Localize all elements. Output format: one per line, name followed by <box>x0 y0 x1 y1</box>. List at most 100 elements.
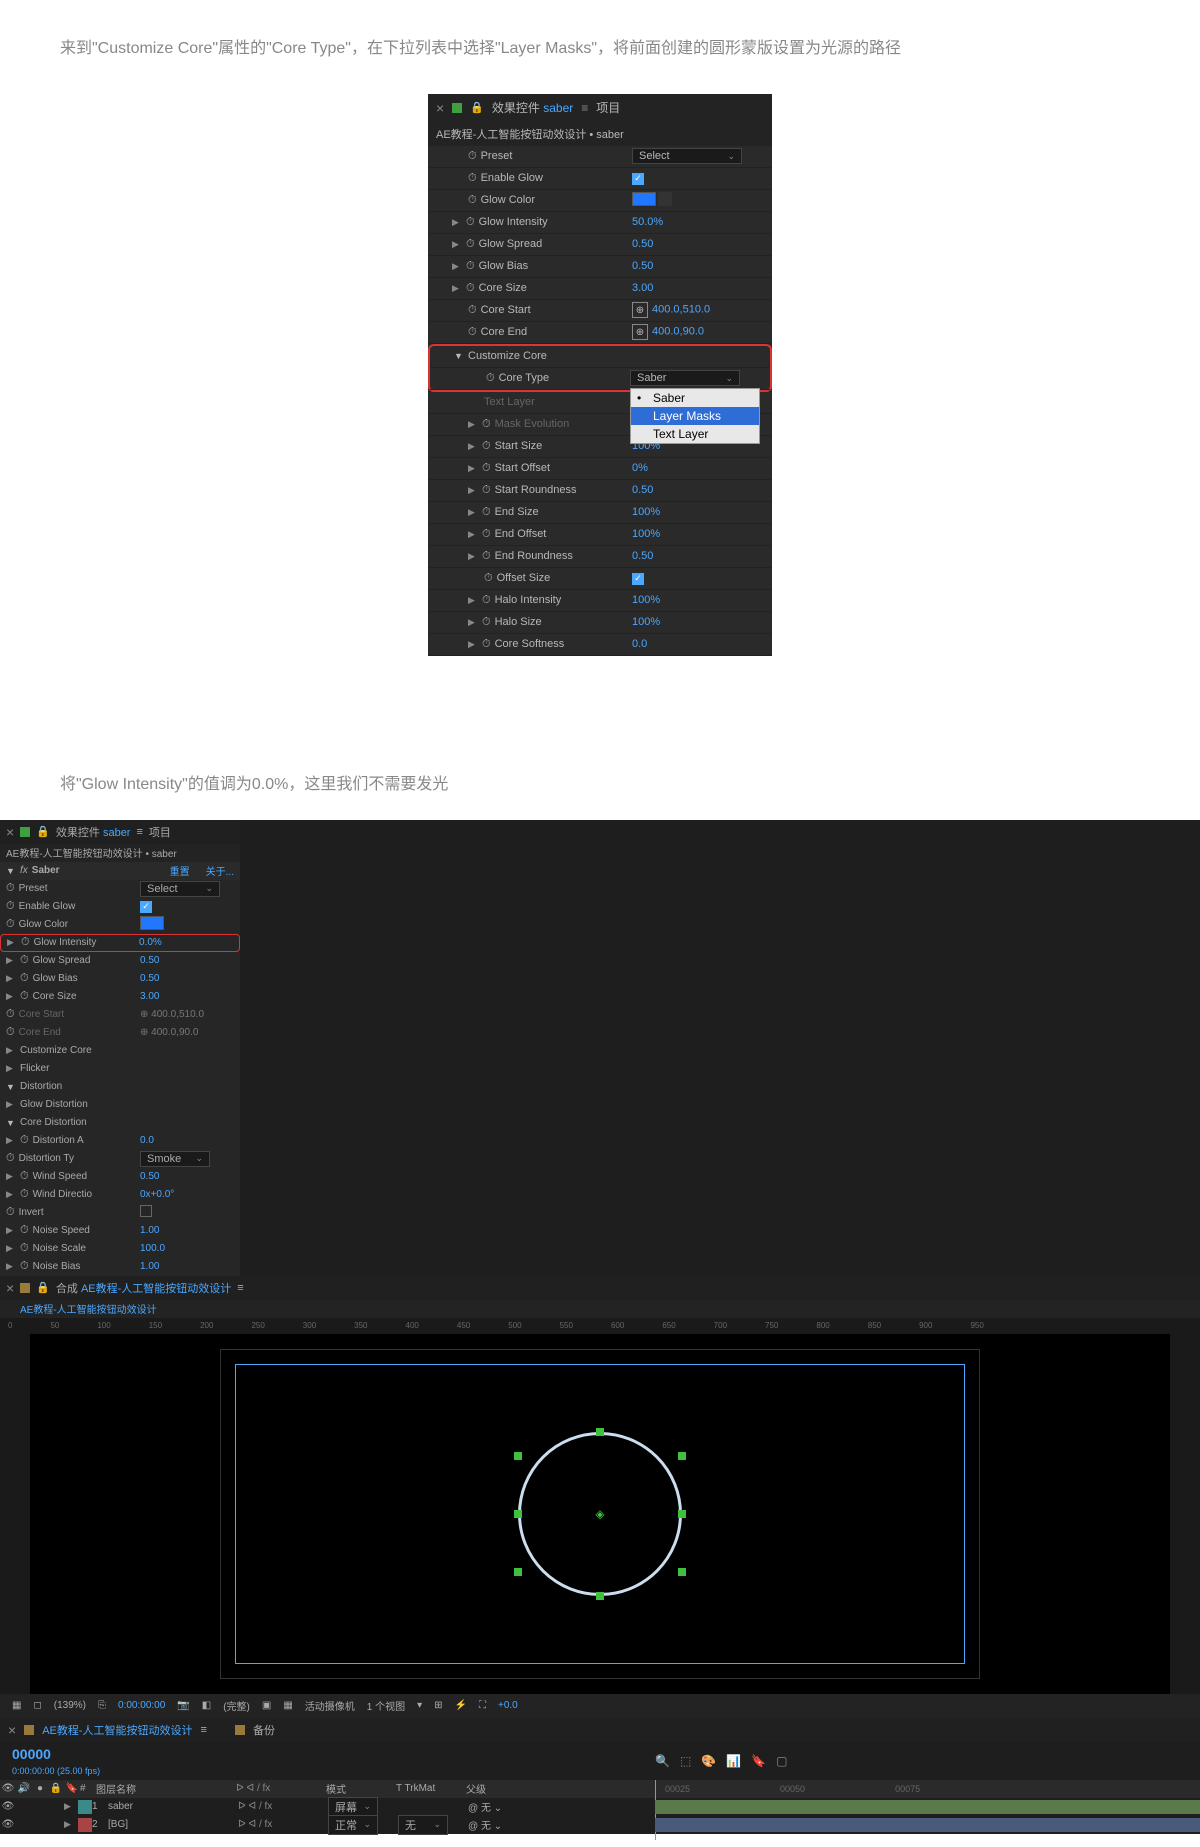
stopwatch-icon[interactable]: ⏱ <box>468 194 477 207</box>
viewport[interactable]: ◈ <box>30 1334 1170 1694</box>
expand-icon[interactable]: ▶ <box>64 1819 74 1830</box>
value-halo-size[interactable]: 100% <box>632 616 772 628</box>
stopwatch-icon[interactable]: ⏱ <box>466 260 475 273</box>
stopwatch-icon[interactable]: ⏱ <box>466 282 475 295</box>
stopwatch-icon[interactable]: ⏱ <box>20 990 29 1003</box>
exposure-value[interactable]: +0.0 <box>498 1700 518 1711</box>
parent-select[interactable]: 无 <box>481 1821 491 1832</box>
visibility-toggle[interactable]: 👁 <box>0 1801 16 1812</box>
expand-icon[interactable]: ▶ <box>452 283 462 294</box>
search-icon[interactable]: 🔍 <box>655 1754 670 1768</box>
share-icon[interactable]: ▾ <box>417 1700 422 1711</box>
stopwatch-icon[interactable]: ⏱ <box>482 418 491 431</box>
layer-name[interactable]: [BG] <box>108 1819 238 1830</box>
graph-editor-icon[interactable]: 📊 <box>726 1754 741 1768</box>
stopwatch-icon[interactable]: ⏱ <box>20 972 29 985</box>
invert-checkbox[interactable] <box>140 1205 152 1217</box>
timecode-display[interactable]: 0:00:00:00 <box>118 1700 165 1711</box>
expand-icon[interactable]: ▶ <box>468 617 478 628</box>
menu-icon[interactable]: ≡ <box>581 101 588 115</box>
lock-icon[interactable]: 🔒 <box>36 825 50 838</box>
collapse-icon[interactable]: ▼ <box>6 1118 16 1128</box>
anchor-point-icon[interactable]: ◈ <box>595 1507 604 1521</box>
stopwatch-icon[interactable]: ⏱ <box>466 238 475 251</box>
draft3d-icon[interactable]: 🎨 <box>701 1754 716 1768</box>
crosshair-icon[interactable]: ⊕ <box>632 302 648 318</box>
snapshot-icon[interactable]: ▢ <box>776 1754 787 1768</box>
timeline-backup-tab[interactable]: 备份 <box>253 1722 275 1738</box>
core-type-select[interactable]: Saber⌄ <box>630 370 740 386</box>
value-core-end[interactable]: 400.0,90.0 <box>652 326 704 338</box>
stopwatch-icon[interactable]: ⏱ <box>468 172 477 185</box>
col-audio-icon[interactable]: 🔊 <box>16 1783 32 1794</box>
mask-handle[interactable] <box>678 1510 686 1518</box>
expand-icon[interactable]: ▶ <box>6 1099 16 1110</box>
camera-select[interactable]: 活动摄像机 <box>305 1698 355 1713</box>
tab-effect-controls[interactable]: 效果控件 saber <box>492 99 573 116</box>
stopwatch-icon[interactable]: ⏱ <box>6 1152 15 1165</box>
stopwatch-icon[interactable]: ⏱ <box>482 440 491 453</box>
timeline-comp-tab[interactable]: AE教程-人工智能按钮动效设计 <box>42 1722 192 1738</box>
value-core-start[interactable]: 400.0,510.0 <box>652 304 710 316</box>
menu-icon[interactable]: ≡ <box>136 826 142 838</box>
grid-toggle-icon[interactable]: ▦ <box>12 1700 21 1711</box>
enable-glow-checkbox[interactable]: ✓ <box>632 173 644 185</box>
expand-icon[interactable]: ▶ <box>6 1225 16 1236</box>
snapshot-icon[interactable]: 📷 <box>177 1700 189 1711</box>
zoom-level[interactable]: (139%) <box>54 1700 86 1711</box>
about-link[interactable]: 关于... <box>206 863 234 878</box>
stopwatch-icon[interactable]: ⏱ <box>20 954 29 967</box>
stopwatch-icon[interactable]: ⏱ <box>468 326 477 339</box>
mask-handle[interactable] <box>514 1568 522 1576</box>
menu-icon[interactable]: ≡ <box>237 1282 243 1294</box>
close-icon[interactable]: × <box>6 1280 14 1296</box>
value-core-size[interactable]: 3.00 <box>632 282 772 294</box>
expand-icon[interactable]: ▶ <box>452 239 462 250</box>
stopwatch-icon[interactable]: ⏱ <box>482 594 491 607</box>
visibility-toggle[interactable]: 👁 <box>0 1819 16 1830</box>
value-end-offset[interactable]: 100% <box>632 528 772 540</box>
stopwatch-icon[interactable]: ⏱ <box>482 616 491 629</box>
value-halo-intensity[interactable]: 100% <box>632 594 772 606</box>
expand-icon[interactable]: ▶ <box>468 419 478 430</box>
stopwatch-icon[interactable]: ⏱ <box>484 572 493 585</box>
enable-glow-checkbox-2[interactable]: ✓ <box>140 901 152 913</box>
expand-icon[interactable]: ▶ <box>6 1045 16 1056</box>
expand-icon[interactable]: ▶ <box>452 261 462 272</box>
blend-mode-select[interactable]: 正常⌄ <box>328 1815 378 1835</box>
dropdown-option-layer-masks[interactable]: Layer Masks <box>631 407 759 425</box>
stopwatch-icon[interactable]: ⏱ <box>482 528 491 541</box>
value-start-roundness[interactable]: 0.50 <box>632 484 772 496</box>
channel-icon[interactable]: ◧ <box>202 1700 211 1711</box>
tab-composition[interactable]: 合成 AE教程-人工智能按钮动效设计 <box>56 1280 231 1296</box>
stopwatch-icon[interactable]: ⏱ <box>6 918 15 931</box>
mask-toggle-icon[interactable]: ◻ <box>33 1700 41 1711</box>
expand-icon[interactable]: ▶ <box>6 991 16 1002</box>
collapse-icon[interactable]: ▼ <box>454 351 464 361</box>
current-timecode[interactable]: 00000 <box>0 1742 655 1766</box>
stopwatch-icon[interactable]: ⏱ <box>482 638 491 651</box>
pixel-aspect-icon[interactable]: ⊞ <box>434 1700 442 1711</box>
transparency-grid-icon[interactable]: ▦ <box>283 1700 292 1711</box>
eyedropper-icon[interactable] <box>658 192 672 206</box>
preset-select[interactable]: Select⌄ <box>632 148 742 164</box>
stopwatch-icon[interactable]: ⏱ <box>6 900 15 913</box>
value-end-roundness[interactable]: 0.50 <box>632 550 772 562</box>
stopwatch-icon[interactable]: ⏱ <box>20 1170 29 1183</box>
close-icon[interactable]: × <box>8 1722 16 1738</box>
expand-icon[interactable]: ▶ <box>468 463 478 474</box>
stopwatch-icon[interactable]: ⏱ <box>20 1260 29 1273</box>
collapse-icon[interactable]: ▼ <box>6 1082 16 1092</box>
value-glow-intensity-2[interactable]: 0.0% <box>139 937 239 948</box>
parent-select[interactable]: 无 <box>481 1803 491 1814</box>
collapse-icon[interactable]: ▼ <box>6 866 16 876</box>
expand-icon[interactable]: ▶ <box>7 937 17 948</box>
value-core-softness[interactable]: 0.0 <box>632 638 772 650</box>
layer-color-badge[interactable] <box>78 1800 92 1814</box>
layer-row-1[interactable]: 👁 ▶ 1 saber ᐅ ᐊ / fx 屏幕⌄ @ 无 ⌄ <box>0 1798 1200 1816</box>
comp-flowchart-icon[interactable]: ⬚ <box>680 1754 691 1768</box>
stopwatch-icon[interactable]: ⏱ <box>482 550 491 563</box>
lock-icon[interactable]: 🔒 <box>470 101 484 114</box>
distortion-type-select[interactable]: Smoke⌄ <box>140 1151 210 1167</box>
tab-project[interactable]: 项目 <box>149 824 171 840</box>
